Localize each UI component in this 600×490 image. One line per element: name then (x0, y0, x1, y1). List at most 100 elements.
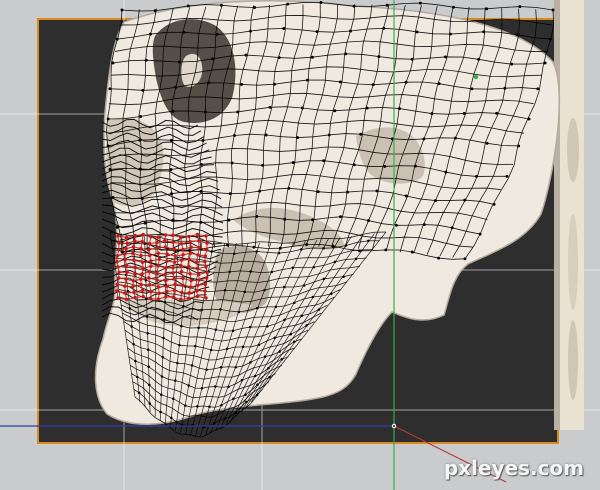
side-bone-strip (554, 0, 584, 430)
mesh-vertex (278, 246, 282, 250)
mesh-vertex (219, 365, 223, 369)
mesh-vertex (293, 301, 296, 304)
mesh-vertex (422, 223, 426, 227)
mesh-vertex (338, 80, 342, 84)
mesh-vertex (163, 300, 167, 304)
mesh-vertex (515, 33, 519, 37)
mesh-vertex (237, 310, 241, 314)
mesh-vertex (331, 244, 335, 248)
mesh-vertex (482, 30, 486, 34)
mesh-vertex (197, 326, 200, 330)
mesh-vertex (234, 365, 238, 369)
mesh-vertex (220, 3, 223, 7)
mesh-vertex (273, 82, 276, 86)
mesh-vertex (462, 111, 466, 115)
mesh-vertex (174, 85, 178, 89)
mesh-vertex (463, 198, 467, 202)
mesh-vertex (223, 288, 227, 292)
mesh-vertex (291, 161, 295, 165)
mesh-vertex (475, 174, 478, 178)
mesh-vertex (322, 246, 325, 250)
mesh-vertex (203, 110, 207, 114)
mesh-vertex (136, 375, 139, 379)
mesh-vertex (286, 2, 290, 6)
mesh-vertex (240, 378, 244, 382)
mesh-vertex (182, 30, 186, 34)
mesh-vertex (359, 132, 363, 136)
3d-viewport[interactable]: pxleyes.com (0, 0, 600, 490)
mesh-vertex (346, 190, 349, 194)
mesh-vertex (226, 243, 229, 247)
mesh-vertex (243, 290, 247, 294)
mesh-vertex (312, 266, 316, 269)
mesh-vertex (111, 61, 115, 65)
mesh-vertex (264, 133, 268, 137)
mesh-vertex (485, 7, 489, 11)
mesh-vertex (186, 4, 190, 8)
mesh-vertex (161, 356, 165, 359)
mesh-vertex (410, 250, 414, 254)
mesh-vertex (418, 1, 422, 5)
mesh-vertex (367, 219, 370, 223)
mesh-vertex (160, 375, 164, 378)
mesh-vertex (322, 277, 326, 281)
mesh-vertex (144, 58, 148, 62)
mesh-vertex (385, 3, 389, 7)
mesh-vertex (311, 218, 315, 222)
mesh-vertex (367, 239, 370, 243)
mesh-vertex (333, 109, 337, 113)
mesh-vertex (283, 285, 286, 289)
mesh-vertex (228, 270, 231, 274)
transform-handle-icon[interactable] (473, 74, 479, 80)
mesh-vertex (495, 111, 499, 115)
mesh-vertex (241, 345, 245, 349)
viewport-canvas[interactable] (0, 0, 600, 490)
mesh-vertex (258, 189, 262, 193)
mesh-vertex (120, 8, 124, 12)
mesh-vertex (148, 383, 151, 387)
mesh-vertex (302, 284, 306, 287)
mesh-vertex (278, 350, 281, 353)
mesh-vertex (344, 52, 348, 56)
mesh-vertex (316, 190, 320, 194)
mesh-vertex (277, 251, 281, 255)
mesh-vertex (315, 30, 319, 34)
mesh-vertex (207, 81, 211, 85)
mesh-vertex (225, 347, 229, 351)
mesh-vertex (146, 348, 150, 351)
mesh-vertex (196, 405, 199, 408)
mesh-vertex (485, 141, 489, 145)
mesh-vertex (300, 106, 304, 110)
mesh-vertex (282, 27, 286, 30)
mesh-vertex (377, 55, 381, 59)
mesh-vertex (443, 55, 447, 59)
mesh-vertex (551, 8, 555, 12)
mesh-vertex (212, 422, 216, 425)
mesh-vertex (184, 404, 187, 407)
mesh-vertex (287, 186, 291, 190)
mesh-vertex (444, 170, 448, 174)
mesh-vertex (283, 318, 286, 322)
mesh-vertex (143, 221, 147, 225)
mesh-vertex (463, 257, 467, 261)
mesh-vertex (296, 136, 300, 140)
mesh-vertex (178, 60, 181, 64)
mesh-vertex (227, 218, 231, 222)
origin-marker-icon[interactable] (391, 423, 397, 429)
mesh-vertex (106, 117, 110, 121)
mesh-vertex (162, 318, 166, 321)
mesh-vertex (134, 359, 137, 363)
mesh-vertex (144, 278, 148, 282)
mesh-vertex (437, 82, 441, 86)
mesh-vertex (245, 400, 248, 404)
mesh-vertex (228, 192, 232, 196)
mesh-vertex (305, 324, 308, 327)
mesh-vertex (257, 343, 261, 347)
mesh-vertex (382, 26, 386, 30)
mesh-vertex (510, 62, 514, 66)
mesh-vertex (413, 164, 417, 168)
mesh-vertex (398, 107, 401, 111)
mesh-vertex (232, 397, 235, 401)
mesh-vertex (505, 174, 509, 178)
mesh-vertex (422, 137, 426, 141)
